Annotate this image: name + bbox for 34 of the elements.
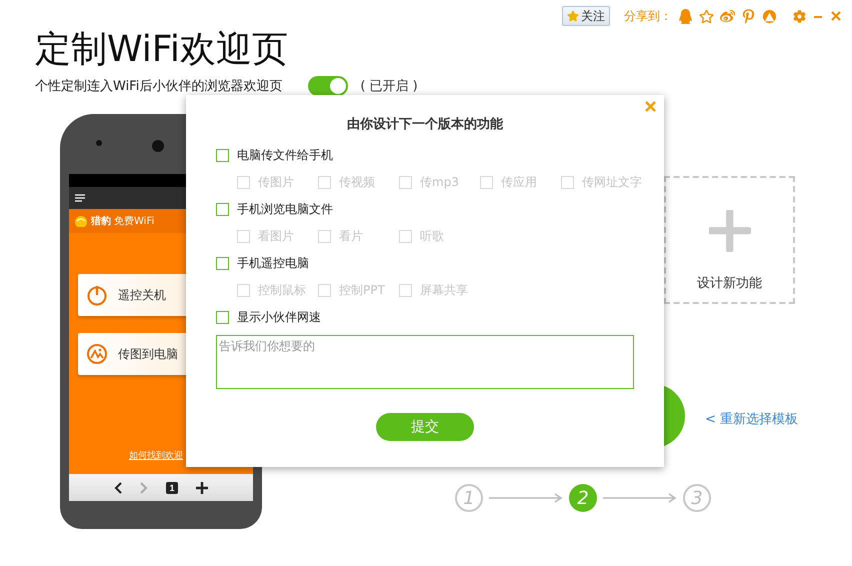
menu-icon[interactable] bbox=[75, 194, 85, 202]
plus-icon[interactable] bbox=[196, 482, 208, 494]
page-title: 定制WiFi欢迎页 bbox=[35, 28, 289, 72]
camera-dot bbox=[152, 140, 164, 152]
penguin-icon[interactable] bbox=[678, 8, 693, 24]
tab-count[interactable]: 1 bbox=[166, 482, 178, 494]
step-indicator: 1 bbox=[455, 484, 483, 512]
feature-checkbox[interactable]: 手机遥控电脑 bbox=[216, 253, 634, 273]
close-icon[interactable] bbox=[830, 10, 842, 22]
submit-button[interactable]: 提交 bbox=[376, 413, 474, 441]
back-icon[interactable] bbox=[114, 482, 122, 494]
feature-checkbox[interactable]: 电脑传文件给手机 bbox=[216, 145, 634, 165]
power-icon bbox=[86, 284, 108, 306]
mountain-circle-icon bbox=[86, 343, 108, 365]
plus-icon bbox=[708, 210, 750, 252]
step-indicator: 3 bbox=[683, 484, 711, 512]
dialog-title: 由你设计下一个版本的功能 bbox=[346, 116, 504, 133]
p-letter-icon[interactable] bbox=[741, 8, 756, 24]
step-indicator: 2 bbox=[569, 484, 597, 512]
forward-icon[interactable] bbox=[140, 482, 148, 494]
toggle-switch[interactable] bbox=[308, 76, 348, 96]
settings-icon[interactable] bbox=[793, 10, 806, 22]
toggle-status: ( 已开启 ) bbox=[360, 78, 418, 95]
sensor-dot bbox=[96, 140, 102, 146]
subtitle: 个性定制连入WiFi后小伙伴的浏览器欢迎页 bbox=[35, 78, 282, 95]
share-label: 分享到： bbox=[624, 8, 672, 24]
follow-button[interactable]: 关注 bbox=[562, 6, 610, 26]
arrow-icon bbox=[603, 493, 677, 503]
star-icon[interactable] bbox=[699, 8, 714, 24]
arrow-icon bbox=[489, 493, 563, 503]
reselect-template-link[interactable]: < 重新选择模板 bbox=[705, 410, 798, 428]
feedback-field[interactable]: 告诉我们你想要的 bbox=[216, 335, 634, 389]
card-label: 设计新功能 bbox=[697, 275, 762, 292]
star-icon bbox=[567, 10, 579, 22]
